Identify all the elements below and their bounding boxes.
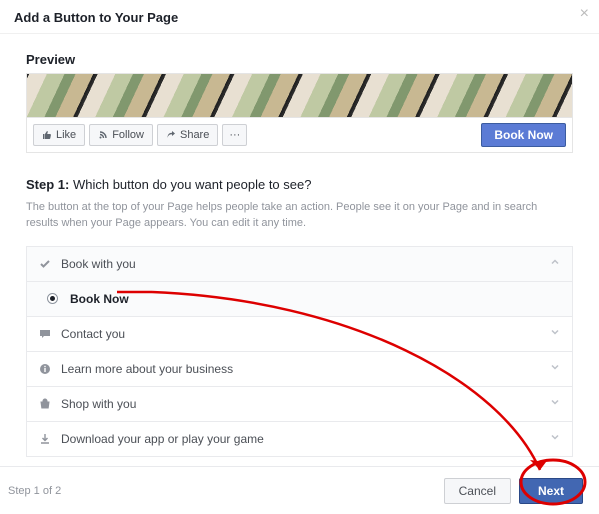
check-icon	[39, 258, 51, 270]
accordion-item-learn-more[interactable]: Learn more about your business	[27, 352, 572, 387]
preview-heading: Preview	[26, 52, 573, 67]
step-indicator: Step 1 of 2	[8, 485, 61, 497]
step-question: Step 1: Which button do you want people …	[26, 177, 573, 192]
download-icon	[39, 433, 51, 445]
chevron-down-icon	[550, 327, 560, 340]
thumb-up-icon	[42, 130, 52, 140]
modal-footer: Step 1 of 2 Cancel Next	[0, 466, 599, 514]
ellipsis-icon: ···	[229, 129, 240, 141]
close-icon[interactable]: ×	[580, 6, 589, 22]
chat-icon	[39, 328, 51, 340]
button-type-accordion: Book with you Book Now Contact you	[26, 246, 573, 457]
accordion-option-label: Book Now	[70, 292, 560, 306]
chevron-down-icon	[550, 432, 560, 445]
like-button[interactable]: Like	[33, 124, 85, 146]
step-help-text: The button at the top of your Page helps…	[26, 200, 566, 232]
rss-icon	[98, 130, 108, 140]
follow-label: Follow	[112, 129, 144, 141]
step-number: Step 1:	[26, 177, 69, 192]
accordion-item-shop-with-you[interactable]: Shop with you	[27, 387, 572, 422]
accordion-label: Download your app or play your game	[61, 432, 550, 446]
accordion-item-contact-you[interactable]: Contact you	[27, 317, 572, 352]
accordion-item-book-with-you[interactable]: Book with you	[27, 247, 572, 282]
accordion-label: Learn more about your business	[61, 362, 550, 376]
preview-cta-button[interactable]: Book Now	[481, 123, 566, 147]
chevron-up-icon	[550, 257, 560, 270]
accordion-option-book-now[interactable]: Book Now	[27, 282, 572, 317]
share-button[interactable]: Share	[157, 124, 218, 146]
info-icon	[39, 363, 51, 375]
modal-add-button: Add a Button to Your Page × Preview Like…	[0, 0, 599, 514]
preview-action-bar: Like Follow Share ··· Book Now	[26, 117, 573, 153]
step-text: Which button do you want people to see?	[73, 177, 312, 192]
shopping-bag-icon	[39, 398, 51, 410]
accordion-item-download-app[interactable]: Download your app or play your game	[27, 422, 572, 457]
next-button[interactable]: Next	[519, 478, 583, 504]
accordion-label: Shop with you	[61, 397, 550, 411]
modal-body: Preview Like Follow Share	[0, 34, 599, 457]
accordion-label: Book with you	[61, 257, 550, 271]
accordion-label: Contact you	[61, 327, 550, 341]
chevron-down-icon	[550, 397, 560, 410]
follow-button[interactable]: Follow	[89, 124, 153, 146]
like-label: Like	[56, 129, 76, 141]
chevron-down-icon	[550, 362, 560, 375]
modal-title: Add a Button to Your Page	[14, 10, 178, 25]
cancel-button[interactable]: Cancel	[444, 478, 511, 504]
more-button[interactable]: ···	[222, 124, 247, 146]
share-label: Share	[180, 129, 209, 141]
share-icon	[166, 130, 176, 140]
radio-selected-icon	[47, 293, 58, 304]
modal-header: Add a Button to Your Page ×	[0, 0, 599, 34]
preview-cover-image	[26, 73, 573, 117]
